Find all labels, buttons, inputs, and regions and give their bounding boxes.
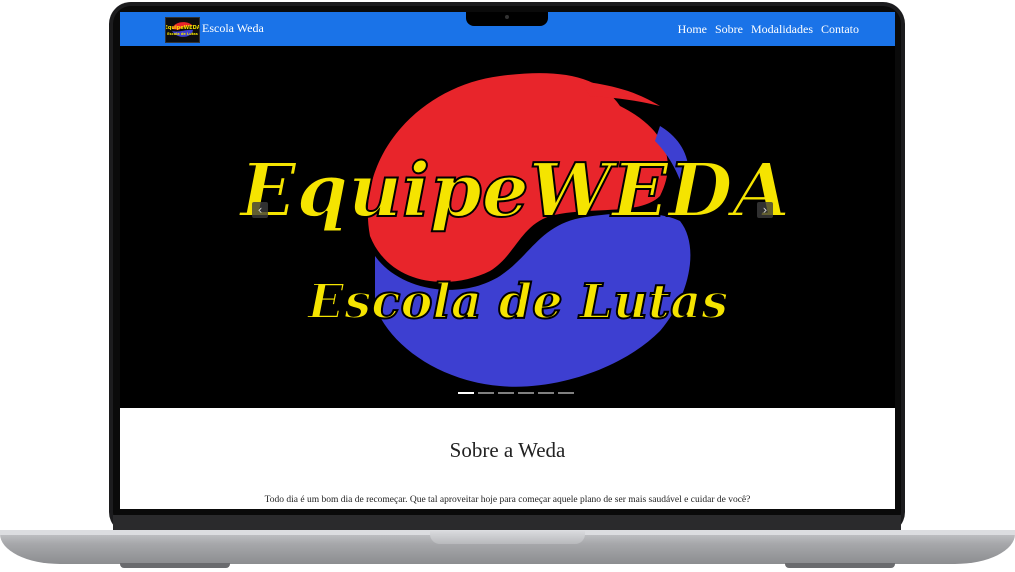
brand-logo[interactable]: EquipeWEDA Escola de Lutas	[165, 17, 200, 43]
hero-slide-image: EquipeWEDA Escola de Lutas	[120, 46, 895, 408]
nav-link-home[interactable]: Home	[678, 22, 707, 37]
carousel-indicator[interactable]	[458, 392, 474, 394]
carousel-indicator[interactable]	[558, 392, 574, 394]
carousel-indicators	[458, 392, 574, 394]
carousel-indicator[interactable]	[478, 392, 494, 394]
brand-name[interactable]: Escola Weda	[202, 21, 264, 36]
carousel-indicator[interactable]	[518, 392, 534, 394]
carousel-next-button[interactable]: ›	[757, 202, 773, 218]
about-heading: Sobre a Weda	[449, 438, 566, 462]
svg-text:EquipeWEDA: EquipeWEDA	[166, 25, 199, 31]
carousel-indicator[interactable]	[538, 392, 554, 394]
nav-link-sobre[interactable]: Sobre	[715, 22, 743, 37]
about-section: Sobre a Weda Todo dia é um bom dia de re…	[120, 408, 895, 509]
camera-notch	[466, 12, 548, 26]
nav-link-contato[interactable]: Contato	[821, 22, 859, 37]
carousel-prev-button[interactable]: ‹	[252, 202, 268, 218]
laptop-thumb-notch	[430, 531, 585, 544]
about-text: Todo dia é um bom dia de recomeçar. Que …	[264, 495, 751, 505]
hero-title-line1: EquipeWEDA	[238, 148, 790, 234]
svg-text:Escola de Lutas: Escola de Lutas	[167, 32, 198, 36]
chevron-left-icon: ‹	[257, 203, 263, 217]
chevron-right-icon: ›	[762, 203, 768, 217]
nav-link-modalidades[interactable]: Modalidades	[751, 22, 813, 37]
laptop-foot	[120, 563, 230, 568]
main-nav: Home Sobre Modalidades Contato	[678, 22, 859, 37]
camera-icon	[505, 15, 509, 19]
laptop-chin	[113, 515, 901, 530]
website-screen: EquipeWEDA Escola de Lutas Escola Weda H…	[120, 12, 895, 509]
hero-title-line2: Escola de Lutas	[306, 274, 729, 330]
hero-carousel: EquipeWEDA Escola de Lutas ‹ ›	[120, 46, 895, 408]
carousel-indicator[interactable]	[498, 392, 514, 394]
laptop-foot	[785, 563, 895, 568]
